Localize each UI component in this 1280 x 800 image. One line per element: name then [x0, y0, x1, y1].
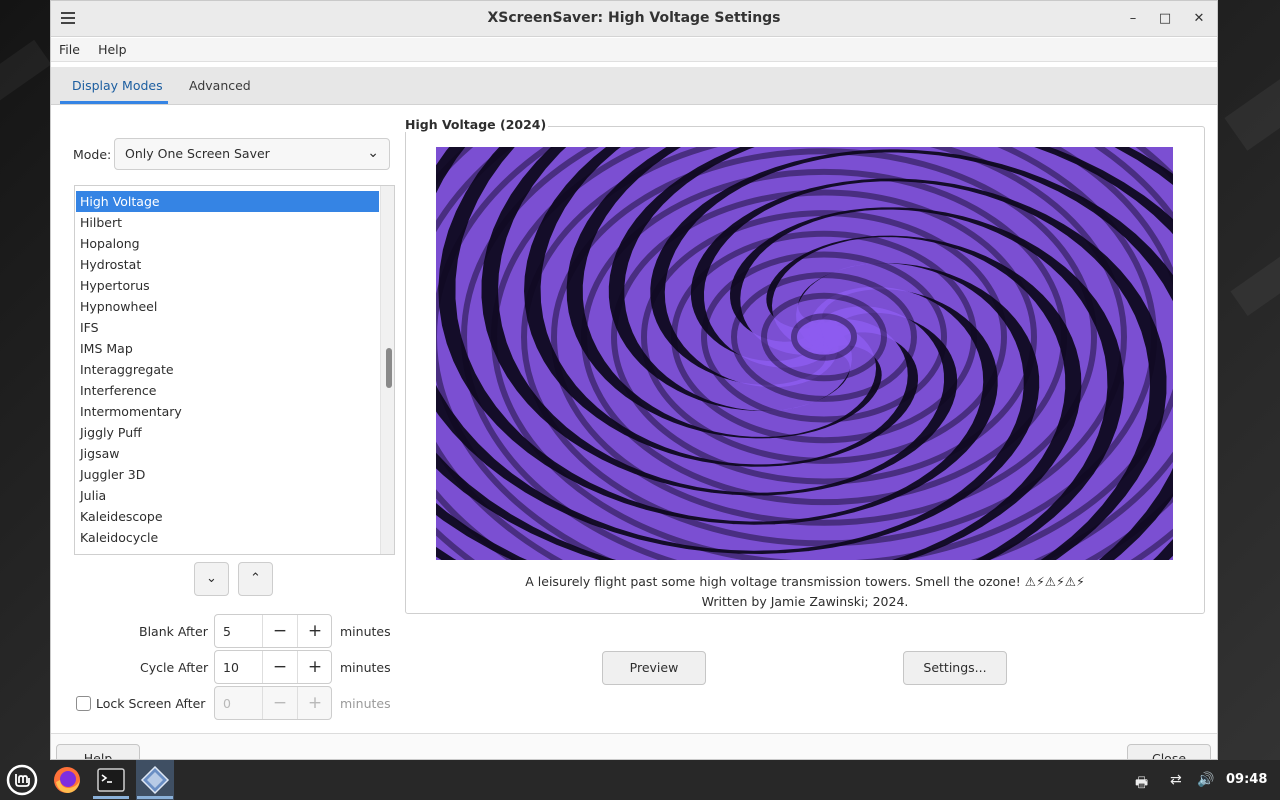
blank-after-decrement[interactable]: − — [262, 615, 297, 647]
lock-screen-label: Lock Screen After — [96, 696, 206, 711]
lock-after-decrement: − — [262, 687, 297, 719]
list-item[interactable]: Kaleidocycle — [76, 527, 379, 548]
help-button[interactable]: Help — [56, 744, 140, 759]
maximize-button[interactable]: □ — [1156, 10, 1174, 28]
mint-menu-icon[interactable] — [6, 764, 38, 796]
mode-selected-value: Only One Screen Saver — [125, 146, 270, 161]
list-item[interactable]: Hilbert — [76, 212, 379, 233]
saver-author: Written by Jamie Zawinski; 2024. — [701, 594, 909, 609]
clock: 09:48 — [1226, 772, 1268, 787]
menu-help[interactable]: Help — [98, 42, 127, 57]
list-item[interactable]: Julia — [76, 485, 379, 506]
list-item[interactable]: IFS — [76, 317, 379, 338]
blank-after-label: Blank After — [139, 624, 208, 639]
window-title: XScreenSaver: High Voltage Settings — [487, 10, 781, 26]
lock-after-unit: minutes — [340, 696, 391, 711]
list-item[interactable]: Kaleidescope — [76, 506, 379, 527]
tab-display-modes[interactable]: Display Modes — [72, 78, 163, 93]
network-icon[interactable]: ⇄ — [1170, 772, 1182, 788]
menu-file[interactable]: File — [59, 42, 80, 57]
desktop-decoration — [0, 39, 52, 111]
list-item[interactable]: Jigsaw — [76, 443, 379, 464]
close-window-button[interactable]: ✕ — [1190, 10, 1208, 28]
previous-saver-button[interactable]: ⌃ — [238, 562, 273, 596]
firefox-icon[interactable] — [51, 764, 83, 796]
tab-bar: Display Modes Advanced — [51, 67, 1217, 105]
title-bar: XScreenSaver: High Voltage Settings – □ … — [51, 1, 1217, 37]
list-scrollbar[interactable] — [380, 186, 394, 554]
tab-advanced[interactable]: Advanced — [189, 78, 251, 93]
printer-icon[interactable]: 🖶 — [1135, 772, 1148, 796]
list-item[interactable]: Hopalong — [76, 233, 379, 254]
volume-icon[interactable]: 🔊 — [1197, 772, 1214, 788]
lock-after-stepper: 0 − + — [214, 686, 332, 720]
mode-dropdown[interactable]: Only One Screen Saver ⌄ — [114, 138, 390, 170]
list-item[interactable]: IMS Map — [76, 338, 379, 359]
list-item[interactable]: Intermomentary — [76, 401, 379, 422]
active-app-indicator — [137, 796, 173, 799]
cycle-after-decrement[interactable]: − — [262, 651, 297, 683]
scrollbar-thumb[interactable] — [386, 348, 392, 388]
menu-bar: File Help — [51, 38, 1217, 62]
lock-after-increment: + — [297, 687, 331, 719]
preview-image — [436, 147, 1173, 560]
chevron-down-icon: ⌄ — [206, 571, 217, 586]
blank-after-increment[interactable]: + — [297, 615, 331, 647]
taskbar: 🖶 ⇄ 🔊 09:48 — [0, 760, 1280, 800]
list-item[interactable]: High Voltage — [76, 191, 379, 212]
cycle-after-stepper[interactable]: 10 − + — [214, 650, 332, 684]
desktop-decoration — [1224, 49, 1280, 151]
xscreensaver-icon[interactable] — [139, 764, 171, 796]
saver-description: A leisurely flight past some high voltag… — [525, 574, 1085, 589]
blank-after-value[interactable]: 5 — [223, 624, 231, 639]
terminal-icon[interactable] — [95, 764, 127, 796]
preview-button[interactable]: Preview — [602, 651, 706, 685]
desktop-decoration — [1230, 234, 1280, 316]
list-item[interactable]: Hydrostat — [76, 254, 379, 275]
list-item[interactable]: Juggler 3D — [76, 464, 379, 485]
preview-frame-title: High Voltage (2024) — [403, 117, 549, 132]
close-button[interactable]: Close — [1127, 744, 1211, 759]
lock-screen-checkbox[interactable] — [76, 696, 91, 711]
cycle-after-increment[interactable]: + — [297, 651, 331, 683]
mode-label: Mode: — [73, 147, 112, 162]
list-item[interactable]: Interaggregate — [76, 359, 379, 380]
minimize-button[interactable]: – — [1124, 10, 1142, 28]
active-tab-indicator — [60, 101, 168, 104]
blank-after-unit: minutes — [340, 624, 391, 639]
next-saver-button[interactable]: ⌄ — [194, 562, 229, 596]
dialog-footer: Help Close — [51, 733, 1217, 759]
settings-window: XScreenSaver: High Voltage Settings – □ … — [50, 0, 1218, 760]
list-item[interactable]: Hypertorus — [76, 275, 379, 296]
chevron-up-icon: ⌃ — [250, 571, 261, 586]
cycle-after-label: Cycle After — [140, 660, 209, 675]
cycle-after-value[interactable]: 10 — [223, 660, 239, 675]
blank-after-stepper[interactable]: 5 − + — [214, 614, 332, 648]
chevron-down-icon: ⌄ — [367, 145, 379, 161]
lock-after-value: 0 — [223, 696, 231, 711]
settings-button[interactable]: Settings... — [903, 651, 1007, 685]
list-item[interactable]: Jiggly Puff — [76, 422, 379, 443]
saver-list[interactable]: HexstrutHigh VoltageHilbertHopalongHydro… — [74, 185, 395, 555]
active-app-indicator — [93, 796, 129, 799]
list-item[interactable]: Interference — [76, 380, 379, 401]
cycle-after-unit: minutes — [340, 660, 391, 675]
list-item[interactable]: Hypnowheel — [76, 296, 379, 317]
